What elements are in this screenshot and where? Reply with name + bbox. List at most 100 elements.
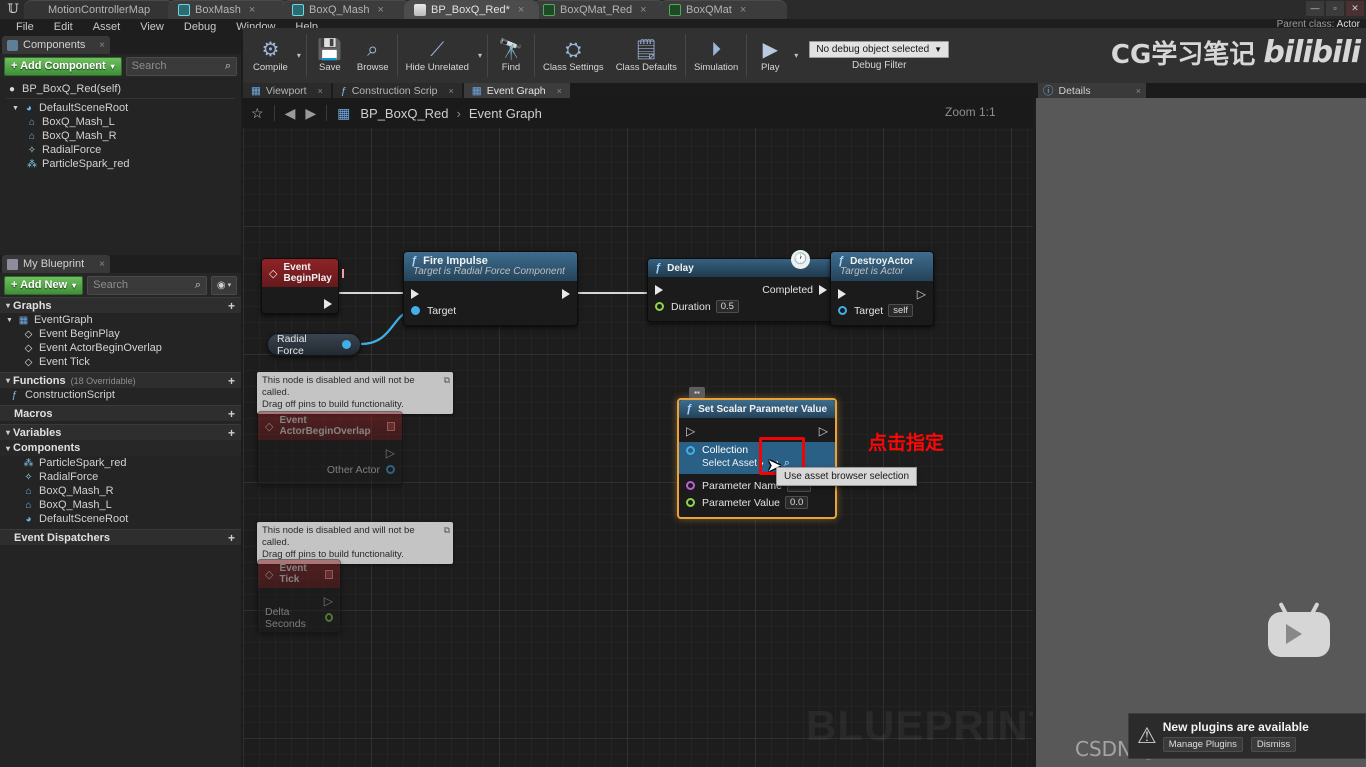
float-out-pin[interactable]: [325, 613, 333, 622]
plugin-notification[interactable]: ⚠ New plugins are available Manage Plugi…: [1128, 713, 1366, 759]
menu-view[interactable]: View: [130, 19, 174, 36]
list-item-event-actorbeginoverlap[interactable]: ◇ Event ActorBeginOverlap: [0, 341, 241, 355]
object-out-pin[interactable]: [342, 340, 351, 349]
list-item-boxq-mash-l[interactable]: ⌂ BoxQ_Mash_L: [0, 498, 241, 512]
window-tab-boxq-mash[interactable]: BoxQ_Mash ×: [282, 0, 410, 19]
close-icon[interactable]: ✕: [1346, 1, 1364, 16]
manage-plugins-button[interactable]: Manage Plugins: [1162, 737, 1243, 752]
exec-in-pin[interactable]: [411, 288, 419, 299]
close-icon[interactable]: ×: [318, 86, 323, 96]
expander-icon[interactable]: ▾: [6, 444, 10, 453]
exec-out-pin[interactable]: ▷: [324, 594, 333, 608]
list-item-particlespark-red[interactable]: ⁂ ParticleSpark_red: [0, 456, 241, 470]
delegate-icon[interactable]: [341, 268, 344, 278]
node-event-actorbeginoverlap[interactable]: ◇ Event ActorBeginOverlap ▷ Other Actor: [257, 411, 403, 485]
find-button[interactable]: 🔭 Find: [490, 28, 532, 83]
exec-out-completed-pin[interactable]: [819, 284, 827, 295]
components-tree-item-self[interactable]: ● BP_BoxQ_Red(self): [0, 82, 241, 96]
components-tree-item-boxq-mash-r[interactable]: ⌂ BoxQ_Mash_R: [0, 129, 241, 143]
add-new-button[interactable]: + Add New ▾: [4, 275, 84, 295]
tab-viewport[interactable]: ▦ Viewport ×: [243, 83, 331, 98]
play-options-chevron-down-icon[interactable]: ▾: [791, 51, 801, 60]
components-tree-item-defaultsceneroot[interactable]: ▼ ◕ DefaultSceneRoot: [0, 101, 241, 115]
object-in-pin[interactable]: [838, 306, 847, 315]
window-tab-bp-boxq-red[interactable]: BP_BoxQ_Red* ×: [404, 0, 539, 19]
expander-icon[interactable]: ▼: [12, 105, 19, 112]
node-event-tick[interactable]: ◇ Event Tick ▷ Delta Seconds: [257, 559, 341, 633]
list-item-radialforce[interactable]: ✧ RadialForce: [0, 470, 241, 484]
my-blueprint-search-input[interactable]: Search ⌕: [87, 275, 207, 295]
debug-object-select[interactable]: No debug object selected ▼: [809, 40, 950, 58]
minimize-icon[interactable]: —: [1306, 1, 1324, 16]
menu-edit[interactable]: Edit: [44, 19, 83, 36]
add-function-button[interactable]: +: [228, 374, 235, 388]
list-item-defaultsceneroot[interactable]: ◕ DefaultSceneRoot: [0, 512, 241, 526]
close-icon[interactable]: ×: [378, 4, 384, 16]
object-out-pin[interactable]: [386, 465, 395, 474]
components-panel-tab[interactable]: Components ×: [2, 36, 110, 54]
node-radial-force-getter[interactable]: Radial Force: [267, 333, 361, 357]
dismiss-button[interactable]: Dismiss: [1250, 737, 1297, 752]
back-arrow-icon[interactable]: ◀: [285, 105, 296, 122]
expander-icon[interactable]: ▾: [6, 376, 10, 385]
menu-file[interactable]: File: [6, 19, 44, 36]
visibility-filter-button[interactable]: ◉ ▾: [211, 275, 237, 295]
components-tree[interactable]: ● BP_BoxQ_Red(self) ▼ ◕ DefaultSceneRoot…: [0, 78, 241, 255]
section-header-functions[interactable]: ▾ Functions (18 Overridable) +: [0, 372, 241, 388]
node-set-scalar-parameter-value[interactable]: ▪▪ ƒ Set Scalar Parameter Value ▷ ▷ Coll…: [677, 387, 837, 519]
components-tree-item-radialforce[interactable]: ✧ RadialForce: [0, 143, 241, 157]
list-item-event-beginplay[interactable]: ◇ Event BeginPlay: [0, 327, 241, 341]
node-fire-impulse[interactable]: ƒ Fire Impulse Target is Radial Force Co…: [403, 251, 578, 326]
menu-asset[interactable]: Asset: [83, 19, 131, 36]
float-in-pin[interactable]: [655, 302, 664, 311]
add-variable-button[interactable]: +: [228, 426, 235, 440]
object-in-pin[interactable]: [686, 445, 695, 455]
delegate-icon[interactable]: [387, 421, 395, 431]
close-icon[interactable]: ×: [518, 4, 524, 16]
add-event-dispatcher-button[interactable]: +: [228, 531, 235, 545]
list-item-boxq-mash-r[interactable]: ⌂ BoxQ_Mash_R: [0, 484, 241, 498]
section-header-variables[interactable]: ▾ Variables +: [0, 424, 241, 440]
section-header-event-dispatchers[interactable]: Event Dispatchers +: [0, 529, 241, 545]
window-tab-strip[interactable]: MotionControllerMap BoxMash × BoxQ_Mash …: [24, 0, 787, 19]
window-controls[interactable]: — ▫ ✕: [1306, 1, 1364, 16]
details-panel-body[interactable]: [1036, 98, 1366, 767]
maximize-icon[interactable]: ▫: [1326, 1, 1344, 16]
exec-out-pin[interactable]: [324, 299, 332, 309]
close-icon[interactable]: ×: [449, 86, 454, 96]
exec-out-pin[interactable]: ▷: [819, 424, 828, 438]
object-in-pin[interactable]: [411, 306, 420, 315]
class-settings-button[interactable]: ⛭ Class Settings: [537, 28, 610, 83]
save-button[interactable]: 💾 Save: [309, 28, 351, 83]
expander-icon[interactable]: ▾: [6, 428, 10, 437]
collection-asset-value[interactable]: Select Asset: [702, 458, 757, 469]
menu-debug[interactable]: Debug: [174, 19, 226, 36]
close-icon[interactable]: ×: [740, 4, 746, 16]
expander-icon[interactable]: ▾: [6, 301, 10, 310]
my-blueprint-tab[interactable]: My Blueprint ×: [2, 255, 110, 273]
browse-button[interactable]: ⌕ Browse: [351, 28, 395, 83]
my-blueprint-list[interactable]: ▾ Graphs + ▼ ▦ EventGraph ◇ Event BeginP…: [0, 297, 241, 767]
window-tab-boxmash[interactable]: BoxMash ×: [168, 0, 288, 19]
exec-in-pin[interactable]: [838, 288, 846, 299]
compile-button[interactable]: ⚙ Compile: [247, 28, 294, 83]
compile-options-chevron-down-icon[interactable]: ▾: [294, 51, 304, 60]
node-advanced-toggle-icon[interactable]: ▪▪: [689, 387, 705, 398]
event-graph-canvas[interactable]: ◇ Event BeginPlay Radial Force ƒ Fire Im…: [243, 98, 1033, 767]
play-button[interactable]: ▶ Play: [749, 28, 791, 83]
close-icon[interactable]: ×: [99, 259, 105, 270]
components-search-input[interactable]: Search ⌕: [125, 56, 237, 76]
tab-construction-script[interactable]: ƒ Construction Scrip ×: [332, 83, 462, 98]
expander-icon[interactable]: ▼: [6, 317, 13, 324]
close-icon[interactable]: ×: [1136, 86, 1141, 96]
float-in-pin[interactable]: [686, 498, 695, 507]
forward-arrow-icon[interactable]: ▶: [305, 105, 316, 122]
tab-event-graph[interactable]: ▦ Event Graph ×: [463, 83, 570, 98]
close-icon[interactable]: ×: [249, 4, 255, 16]
node-delay[interactable]: ƒ Delay Completed Duration 0.5: [647, 258, 835, 322]
node-event-beginplay[interactable]: ◇ Event BeginPlay: [261, 258, 344, 314]
exec-in-pin[interactable]: [655, 284, 663, 295]
window-tab-boxqmat-red[interactable]: BoxQMat_Red ×: [533, 0, 665, 19]
add-macro-button[interactable]: +: [228, 407, 235, 421]
simulation-button[interactable]: ⏵ Simulation: [688, 28, 744, 83]
